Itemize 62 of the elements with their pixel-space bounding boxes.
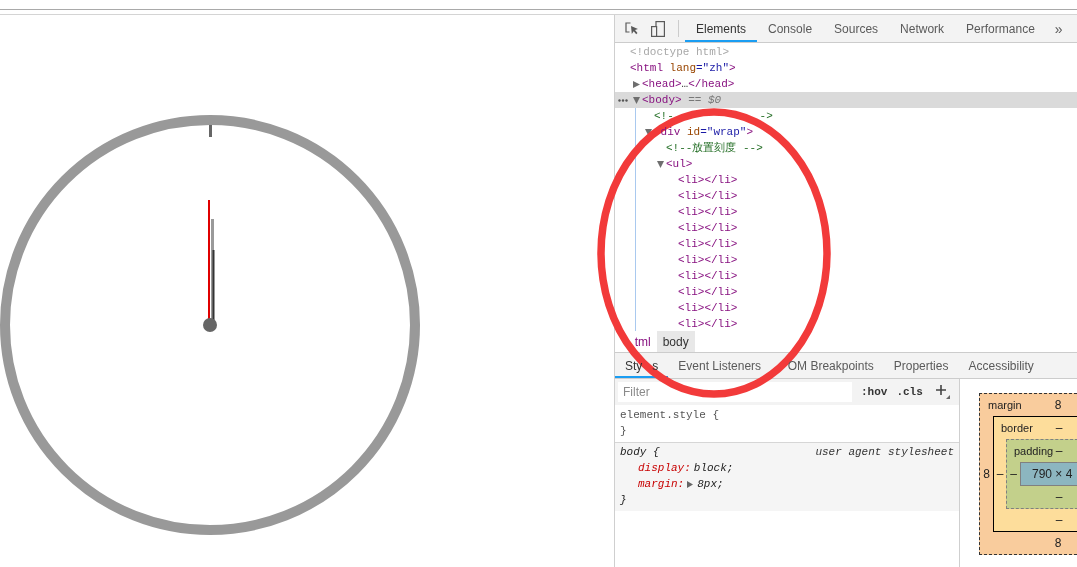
clock-tick xyxy=(209,125,212,137)
plus-icon[interactable] xyxy=(935,385,950,399)
center-pin xyxy=(203,318,217,332)
devtools-tab[interactable]: Performance xyxy=(955,15,1046,42)
css-value[interactable]: 8px; xyxy=(697,476,724,492)
margin-top-value[interactable]: 8 xyxy=(1054,398,1062,412)
border-label: border xyxy=(1000,422,1034,434)
closing-brace: } xyxy=(620,425,627,437)
dom-node[interactable]: <li></li> xyxy=(615,316,1077,331)
padding-bottom-value[interactable]: – xyxy=(1055,490,1063,504)
dom-node[interactable]: <head>…</head> xyxy=(615,76,1077,92)
caret-down-icon[interactable] xyxy=(633,96,640,104)
panel-tab[interactable]: Accessibility xyxy=(958,353,1044,378)
dom-node[interactable]: <!--放置刻度 --> xyxy=(615,140,1077,156)
dom-node[interactable]: <li></li> xyxy=(615,252,1077,268)
dom-node[interactable]: <html lang="zh"> xyxy=(615,60,1077,76)
style-toggle-button[interactable]: :hov xyxy=(861,386,888,398)
devtools-tab[interactable]: Network xyxy=(889,15,956,42)
breadcrumb[interactable]: tml xyxy=(622,331,657,352)
more-tabs-button[interactable]: » xyxy=(1045,15,1072,42)
caret-right-icon[interactable] xyxy=(687,480,694,488)
dom-node[interactable]: <li></li> xyxy=(615,268,1077,284)
padding-top-value[interactable]: – xyxy=(1055,444,1063,458)
panel-tab[interactable]: Event Listeners xyxy=(668,353,772,378)
margin-label: margin xyxy=(987,399,1023,411)
css-property[interactable]: margin: xyxy=(638,476,685,492)
dom-node[interactable]: <li></li> xyxy=(615,236,1077,252)
padding-left-value[interactable]: – xyxy=(1010,467,1017,481)
panel-tab[interactable]: Properties xyxy=(883,353,959,378)
css-value[interactable]: block; xyxy=(693,460,734,476)
devtools-tab[interactable]: Console xyxy=(757,15,824,42)
content-box[interactable]: 790 × 4 xyxy=(1020,462,1077,486)
caret-right-icon[interactable] xyxy=(633,80,640,88)
dom-node[interactable]: <li></li> xyxy=(615,204,1077,220)
border-top-value[interactable]: – xyxy=(1055,421,1063,435)
dom-node[interactable]: <body> == $0 xyxy=(615,92,1077,108)
margin-bottom-value[interactable]: 8 xyxy=(1054,536,1062,550)
rule-source[interactable]: user agent stylesheet xyxy=(815,444,954,460)
dom-node[interactable]: div id="wrap"> xyxy=(615,124,1077,140)
dom-node[interactable]: <!- -> xyxy=(615,108,1077,124)
padding-label: padding xyxy=(1013,445,1054,457)
panel-tab[interactable]: OM Breakpoints xyxy=(771,353,884,378)
css-property[interactable]: display: xyxy=(638,460,691,476)
more-dots-icon[interactable] xyxy=(618,99,628,102)
dom-node[interactable]: <li></li> xyxy=(615,172,1077,188)
border-bottom-value[interactable]: – xyxy=(1055,513,1063,527)
border-left-value[interactable]: – xyxy=(996,467,1004,481)
margin-left-value[interactable]: 8 xyxy=(983,467,990,481)
dom-node[interactable]: <li></li> xyxy=(615,188,1077,204)
devtools-tab[interactable]: Elements xyxy=(685,15,758,42)
dom-node[interactable]: <li></li> xyxy=(615,284,1077,300)
caret-down-icon[interactable] xyxy=(645,128,652,136)
rule-selector: body { xyxy=(620,445,660,460)
breadcrumb[interactable]: body xyxy=(656,331,695,352)
dom-node[interactable]: <li></li> xyxy=(615,300,1077,316)
caret-down-icon[interactable] xyxy=(657,160,664,168)
devtools-tab[interactable]: Sources xyxy=(823,15,890,42)
style-toggle-button[interactable]: .cls xyxy=(896,386,923,398)
rule-selector: element.style { xyxy=(620,408,720,423)
dom-node[interactable]: <li></li> xyxy=(615,220,1077,236)
closing-brace: } xyxy=(620,494,627,506)
dom-node[interactable]: <ul> xyxy=(615,156,1077,172)
